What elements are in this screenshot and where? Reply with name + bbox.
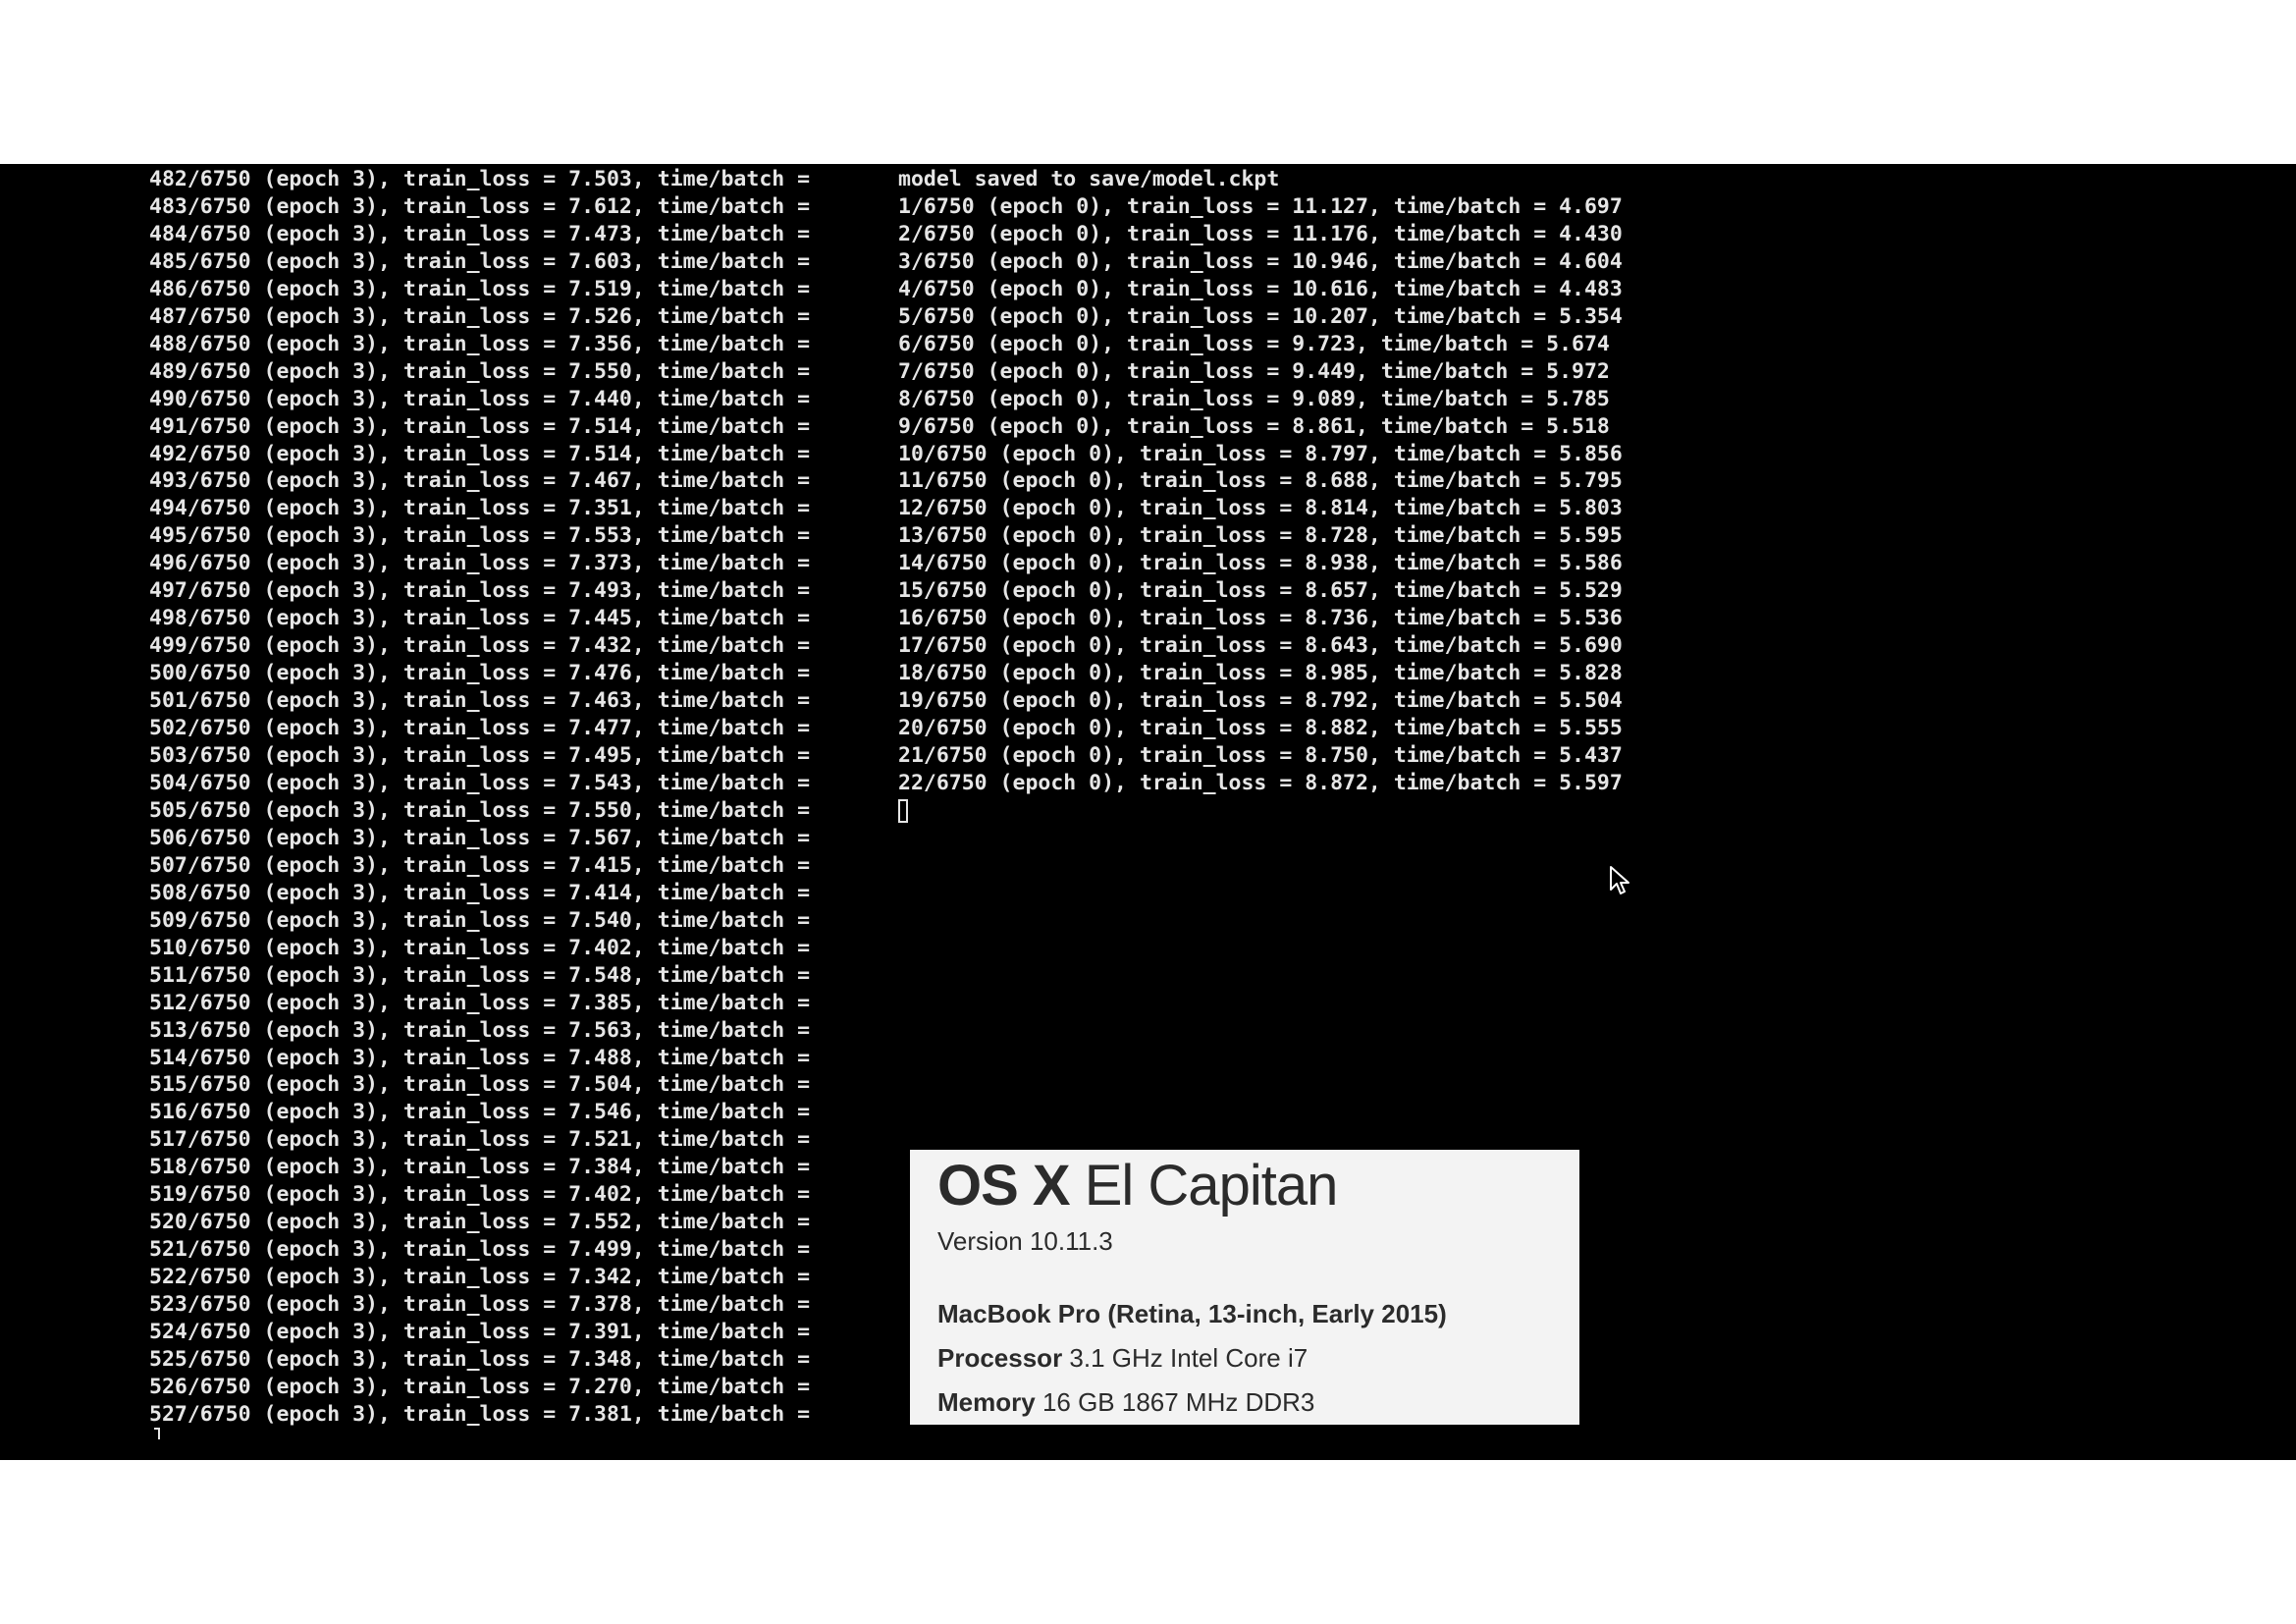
terminal-prompt-line[interactable] [898,797,1585,825]
os-name: OS X El Capitan [937,1152,1339,1220]
terminal-line: 20/6750 (epoch 0), train_loss = 8.882, t… [898,716,1623,741]
terminal-line: 22/6750 (epoch 0), train_loss = 8.872, t… [898,770,1623,795]
terminal-line: 514/6750 (epoch 3), train_loss = 7.488, … [149,1045,815,1070]
terminal-line: 17/6750 (epoch 0), train_loss = 8.643, t… [898,633,1623,659]
terminal-line: 512/6750 (epoch 3), train_loss = 7.385, … [149,990,815,1015]
terminal-line: 517/6750 (epoch 3), train_loss = 7.521, … [149,1127,815,1153]
terminal-line: 483/6750 (epoch 3), train_loss = 7.612, … [149,193,815,219]
terminal-line: 520/6750 (epoch 3), train_loss = 7.552, … [149,1210,815,1235]
terminal-line: 518/6750 (epoch 3), train_loss = 7.384, … [149,1155,815,1180]
terminal-line: 524/6750 (epoch 3), train_loss = 7.391, … [149,1320,815,1345]
terminal-line: 491/6750 (epoch 3), train_loss = 7.514, … [149,413,815,439]
terminal-line: 523/6750 (epoch 3), train_loss = 7.378, … [149,1292,815,1318]
terminal-line: 521/6750 (epoch 3), train_loss = 7.499, … [149,1237,815,1263]
terminal-line: 21/6750 (epoch 0), train_loss = 8.750, t… [898,743,1623,769]
terminal-line: 490/6750 (epoch 3), train_loss = 7.440, … [149,386,815,411]
terminal-line: 486/6750 (epoch 3), train_loss = 7.519, … [149,276,815,301]
terminal-line: 484/6750 (epoch 3), train_loss = 7.473, … [149,221,815,246]
memory-label: Memory [937,1387,1036,1417]
os-version: Version 10.11.3 [937,1226,1113,1256]
mac-model: MacBook Pro (Retina, 13-inch, Early 2015… [937,1299,1447,1328]
os-name-bold: OS X [937,1154,1071,1218]
terminal-line: 519/6750 (epoch 3), train_loss = 7.402, … [149,1182,815,1208]
terminal-line: 487/6750 (epoch 3), train_loss = 7.526, … [149,303,815,329]
terminal-line: 494/6750 (epoch 3), train_loss = 7.351, … [149,496,815,521]
processor-label: Processor [937,1343,1063,1373]
terminal-line: 4/6750 (epoch 0), train_loss = 10.616, t… [898,276,1623,301]
terminal-line: 489/6750 (epoch 3), train_loss = 7.550, … [149,358,815,384]
terminal-line: 500/6750 (epoch 3), train_loss = 7.476, … [149,661,815,686]
processor-value: 3.1 GHz Intel Core i7 [1069,1343,1308,1373]
terminal-line: 515/6750 (epoch 3), train_loss = 7.504, … [149,1072,815,1098]
terminal-line: 16/6750 (epoch 0), train_loss = 8.736, t… [898,606,1623,631]
memory-spec: Memory 16 GB 1867 MHz DDR3 [937,1387,1314,1418]
terminal-line: 19/6750 (epoch 0), train_loss = 8.792, t… [898,688,1623,714]
terminal-line: 498/6750 (epoch 3), train_loss = 7.445, … [149,606,815,631]
terminal-line: 9/6750 (epoch 0), train_loss = 8.861, ti… [898,413,1610,439]
terminal-line: 7/6750 (epoch 0), train_loss = 9.449, ti… [898,358,1610,384]
left-terminal-output: 482/6750 (epoch 3), train_loss = 7.503, … [0,166,815,1429]
terminal-line: 5/6750 (epoch 0), train_loss = 10.207, t… [898,303,1623,329]
terminal-line: 485/6750 (epoch 3), train_loss = 7.603, … [149,248,815,274]
terminal-line: 525/6750 (epoch 3), train_loss = 7.348, … [149,1346,815,1372]
terminal-line: 493/6750 (epoch 3), train_loss = 7.467, … [149,468,815,494]
terminal-line: 506/6750 (epoch 3), train_loss = 7.567, … [149,825,815,850]
terminal-line: 522/6750 (epoch 3), train_loss = 7.342, … [149,1265,815,1290]
terminal-line: 495/6750 (epoch 3), train_loss = 7.553, … [149,523,815,549]
terminal-line: 2/6750 (epoch 0), train_loss = 11.176, t… [898,221,1623,246]
terminal-line: 12/6750 (epoch 0), train_loss = 8.814, t… [898,496,1623,521]
screen-recording: 482/6750 (epoch 3), train_loss = 7.503, … [0,164,2296,1460]
arrow-cursor-icon [1610,866,1629,894]
terminal-line: 15/6750 (epoch 0), train_loss = 8.657, t… [898,578,1623,604]
text-cursor [898,798,908,823]
terminal-line: 14/6750 (epoch 0), train_loss = 8.938, t… [898,551,1623,576]
terminal-line: 499/6750 (epoch 3), train_loss = 7.432, … [149,633,815,659]
terminal-line: 497/6750 (epoch 3), train_loss = 7.493, … [149,578,815,604]
left-terminal-cursor [154,1428,160,1439]
terminal-line: 526/6750 (epoch 3), train_loss = 7.270, … [149,1374,815,1399]
terminal-line: model saved to save/model.ckpt [898,167,1280,191]
terminal-line: 507/6750 (epoch 3), train_loss = 7.415, … [149,852,815,878]
memory-value: 16 GB 1867 MHz DDR3 [1041,1387,1315,1417]
terminal-line: 501/6750 (epoch 3), train_loss = 7.463, … [149,688,815,714]
terminal-line: 508/6750 (epoch 3), train_loss = 7.414, … [149,880,815,905]
terminal-line: 3/6750 (epoch 0), train_loss = 10.946, t… [898,248,1623,274]
terminal-line: 492/6750 (epoch 3), train_loss = 7.514, … [149,441,815,466]
terminal-line: 496/6750 (epoch 3), train_loss = 7.373, … [149,551,815,576]
terminal-line: 502/6750 (epoch 3), train_loss = 7.477, … [149,716,815,741]
about-this-mac-panel: OS X El Capitan Version 10.11.3 MacBook … [910,1150,1579,1425]
processor-spec: Processor 3.1 GHz Intel Core i7 [937,1343,1308,1374]
terminal-line: 1/6750 (epoch 0), train_loss = 11.127, t… [898,193,1623,219]
terminal-line: 8/6750 (epoch 0), train_loss = 9.089, ti… [898,386,1610,411]
terminal-line: 6/6750 (epoch 0), train_loss = 9.723, ti… [898,331,1610,356]
terminal-line: 18/6750 (epoch 0), train_loss = 8.985, t… [898,661,1623,686]
terminal-line: 504/6750 (epoch 3), train_loss = 7.543, … [149,770,815,795]
terminal-line: 11/6750 (epoch 0), train_loss = 8.688, t… [898,468,1623,494]
terminal-line: 511/6750 (epoch 3), train_loss = 7.548, … [149,962,815,988]
terminal-line: 510/6750 (epoch 3), train_loss = 7.402, … [149,935,815,960]
terminal-line: 488/6750 (epoch 3), train_loss = 7.356, … [149,331,815,356]
terminal-line: 505/6750 (epoch 3), train_loss = 7.550, … [149,797,815,823]
terminal-line: 503/6750 (epoch 3), train_loss = 7.495, … [149,743,815,769]
terminal-line: 13/6750 (epoch 0), train_loss = 8.728, t… [898,523,1623,549]
terminal-line: 509/6750 (epoch 3), train_loss = 7.540, … [149,907,815,933]
os-name-light: El Capitan [1084,1154,1339,1218]
terminal-line: 482/6750 (epoch 3), train_loss = 7.503, … [149,167,815,191]
terminal-line: 513/6750 (epoch 3), train_loss = 7.563, … [149,1017,815,1043]
right-terminal-output: model saved to save/model.ckpt 1/6750 (ep… [898,166,1623,825]
terminal-line: 527/6750 (epoch 3), train_loss = 7.381, … [149,1401,815,1427]
terminal-line: 10/6750 (epoch 0), train_loss = 8.797, t… [898,441,1623,466]
terminal-line: 516/6750 (epoch 3), train_loss = 7.546, … [149,1100,815,1125]
